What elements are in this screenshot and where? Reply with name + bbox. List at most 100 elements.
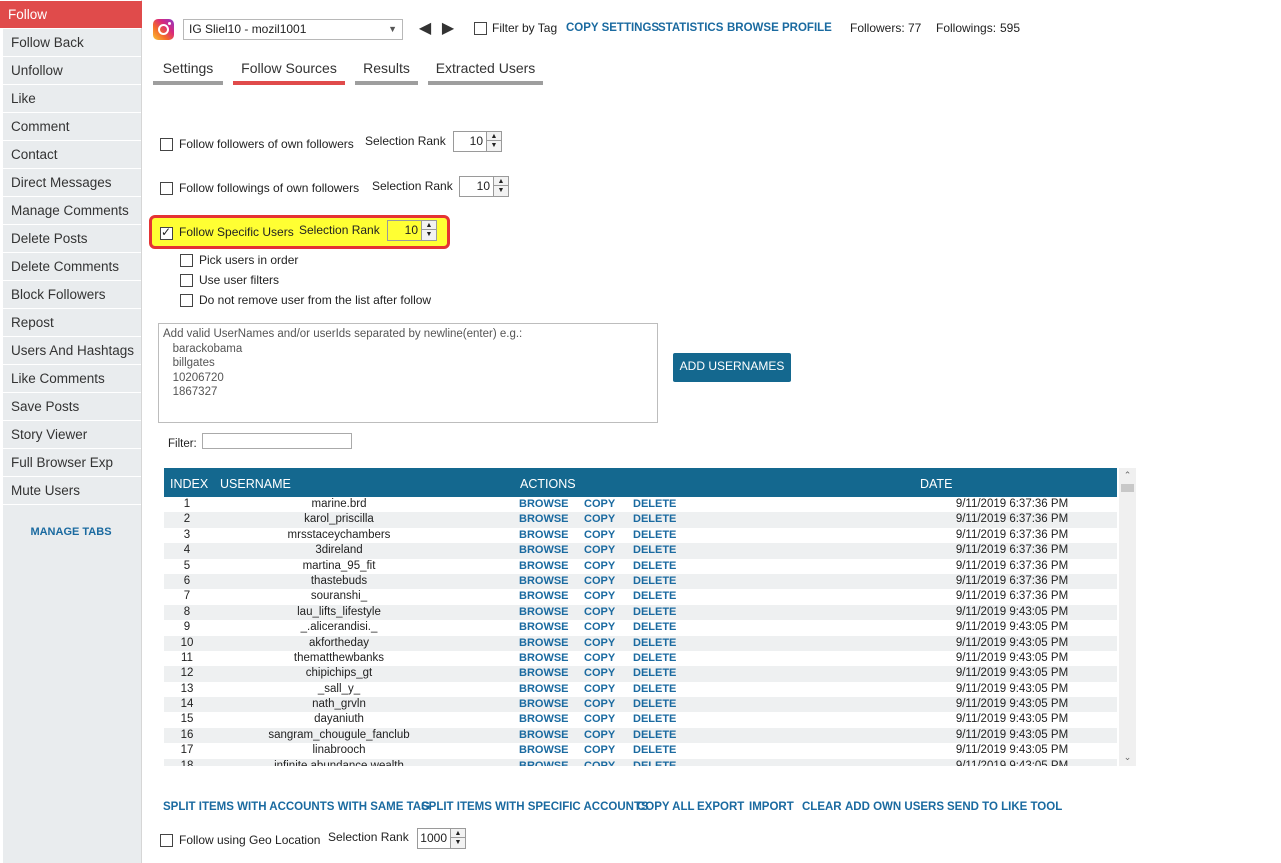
row-browse-link[interactable]: BROWSE (519, 528, 569, 543)
tab-follow-sources[interactable]: Follow Sources (233, 60, 345, 85)
do-not-remove-checkbox[interactable] (180, 294, 193, 307)
column-header-username[interactable]: USERNAME (220, 477, 291, 491)
split-items-same-tag-link[interactable]: SPLIT ITEMS WITH ACCOUNTS WITH SAME TAG (163, 801, 430, 813)
stepper-up-icon[interactable]: ▲ (451, 829, 465, 838)
previous-account-arrow-icon[interactable]: ◀ (417, 19, 433, 39)
stepper-up-icon[interactable]: ▲ (422, 221, 436, 230)
row-browse-link[interactable]: BROWSE (519, 589, 569, 604)
column-header-date[interactable]: DATE (920, 477, 952, 491)
row-browse-link[interactable]: BROWSE (519, 543, 569, 558)
sidebar-item-repost[interactable]: Repost (3, 309, 141, 336)
stepper-down-icon[interactable]: ▼ (494, 186, 508, 195)
row-browse-link[interactable]: BROWSE (519, 620, 569, 635)
row-copy-link[interactable]: COPY (584, 636, 615, 651)
add-usernames-button[interactable]: ADD USERNAMES (673, 353, 791, 382)
row-browse-link[interactable]: BROWSE (519, 712, 569, 727)
export-link[interactable]: EXPORT (697, 801, 744, 813)
row-copy-link[interactable]: COPY (584, 620, 615, 635)
sidebar-item-block-followers[interactable]: Block Followers (3, 281, 141, 308)
row-browse-link[interactable]: BROWSE (519, 636, 569, 651)
filter-input[interactable] (202, 433, 352, 449)
stepper-down-icon[interactable]: ▼ (451, 838, 465, 847)
sidebar-item-like[interactable]: Like (3, 85, 141, 112)
sidebar-item-delete-comments[interactable]: Delete Comments (3, 253, 141, 280)
row-delete-link[interactable]: DELETE (633, 528, 676, 543)
row-delete-link[interactable]: DELETE (633, 697, 676, 712)
row-delete-link[interactable]: DELETE (633, 728, 676, 743)
sidebar-item-full-browser-exp[interactable]: Full Browser Exp (3, 449, 141, 476)
row-delete-link[interactable]: DELETE (633, 589, 676, 604)
sidebar-item-unfollow[interactable]: Unfollow (3, 57, 141, 84)
sidebar-item-contact[interactable]: Contact (3, 141, 141, 168)
row-browse-link[interactable]: BROWSE (519, 512, 569, 527)
use-user-filters-checkbox[interactable] (180, 274, 193, 287)
row-browse-link[interactable]: BROWSE (519, 605, 569, 620)
table-scrollbar[interactable]: ⌃ ⌄ (1119, 468, 1136, 766)
row-browse-link[interactable]: BROWSE (519, 497, 569, 512)
add-own-users-link[interactable]: ADD OWN USERS (845, 801, 944, 813)
tab-extracted-users[interactable]: Extracted Users (428, 60, 543, 85)
row-copy-link[interactable]: COPY (584, 728, 615, 743)
row-delete-link[interactable]: DELETE (633, 682, 676, 697)
row-copy-link[interactable]: COPY (584, 743, 615, 758)
row-browse-link[interactable]: BROWSE (519, 574, 569, 589)
follow-geo-location-checkbox[interactable] (160, 834, 173, 847)
usernames-textarea[interactable]: Add valid UserNames and/or userIds separ… (158, 323, 658, 423)
scroll-up-icon[interactable]: ⌃ (1119, 470, 1136, 481)
scrollbar-thumb[interactable] (1121, 484, 1134, 492)
tab-results[interactable]: Results (355, 60, 418, 85)
send-to-like-tool-link[interactable]: SEND TO LIKE TOOL (947, 801, 1062, 813)
sidebar-item-follow-back[interactable]: Follow Back (3, 29, 141, 56)
row-copy-link[interactable]: COPY (584, 528, 615, 543)
row-browse-link[interactable]: BROWSE (519, 682, 569, 697)
tab-settings[interactable]: Settings (153, 60, 223, 85)
import-link[interactable]: IMPORT (749, 801, 794, 813)
row-delete-link[interactable]: DELETE (633, 543, 676, 558)
selection-rank-stepper[interactable]: 10 ▲ ▼ (453, 131, 502, 152)
row-copy-link[interactable]: COPY (584, 697, 615, 712)
column-header-index[interactable]: INDEX (170, 477, 208, 491)
split-items-specific-accounts-link[interactable]: SPLIT ITEMS WITH SPECIFIC ACCOUNTS (421, 801, 649, 813)
row-delete-link[interactable]: DELETE (633, 574, 676, 589)
row-copy-link[interactable]: COPY (584, 574, 615, 589)
stepper-down-icon[interactable]: ▼ (487, 141, 501, 150)
geo-selection-rank-stepper[interactable]: 1000 ▲ ▼ (417, 828, 466, 849)
row-copy-link[interactable]: COPY (584, 666, 615, 681)
row-copy-link[interactable]: COPY (584, 543, 615, 558)
follow-specific-users-checkbox[interactable] (160, 225, 173, 240)
row-delete-link[interactable]: DELETE (633, 512, 676, 527)
stepper-up-icon[interactable]: ▲ (494, 177, 508, 186)
sidebar-item-direct-messages[interactable]: Direct Messages (3, 169, 141, 196)
stepper-down-icon[interactable]: ▼ (422, 230, 436, 239)
browse-link[interactable]: BROWSE (727, 22, 779, 34)
row-browse-link[interactable]: BROWSE (519, 697, 569, 712)
follow-own-followers-checkbox[interactable] (160, 138, 173, 151)
account-select[interactable]: IG Sliel10 - mozil1001 ▼ (183, 19, 403, 40)
sidebar-item-comment[interactable]: Comment (3, 113, 141, 140)
filter-by-tag-checkbox[interactable] (474, 22, 487, 35)
row-copy-link[interactable]: COPY (584, 712, 615, 727)
row-browse-link[interactable]: BROWSE (519, 666, 569, 681)
sidebar-item-follow[interactable]: Follow (0, 1, 142, 28)
clear-link[interactable]: CLEAR (802, 801, 842, 813)
profile-link[interactable]: PROFILE (782, 22, 832, 34)
row-copy-link[interactable]: COPY (584, 589, 615, 604)
row-delete-link[interactable]: DELETE (633, 759, 676, 766)
next-account-arrow-icon[interactable]: ▶ (440, 19, 456, 39)
copy-settings-link[interactable]: COPY SETTINGS (566, 22, 659, 34)
row-delete-link[interactable]: DELETE (633, 620, 676, 635)
scroll-down-icon[interactable]: ⌄ (1119, 752, 1136, 763)
row-delete-link[interactable]: DELETE (633, 743, 676, 758)
row-copy-link[interactable]: COPY (584, 512, 615, 527)
row-delete-link[interactable]: DELETE (633, 636, 676, 651)
row-delete-link[interactable]: DELETE (633, 666, 676, 681)
manage-tabs-link[interactable]: MANAGE TABS (0, 526, 142, 538)
sidebar-item-delete-posts[interactable]: Delete Posts (3, 225, 141, 252)
row-copy-link[interactable]: COPY (584, 682, 615, 697)
row-browse-link[interactable]: BROWSE (519, 651, 569, 666)
copy-all-link[interactable]: COPY ALL (637, 801, 695, 813)
row-copy-link[interactable]: COPY (584, 559, 615, 574)
row-browse-link[interactable]: BROWSE (519, 559, 569, 574)
selection-rank-stepper[interactable]: 10 ▲ ▼ (459, 176, 509, 197)
sidebar-item-mute-users[interactable]: Mute Users (3, 477, 141, 504)
